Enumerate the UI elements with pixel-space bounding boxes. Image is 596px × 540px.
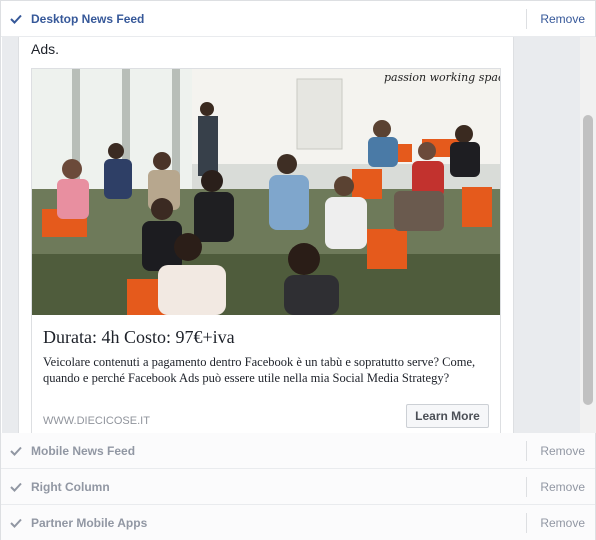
post-text: Ads. <box>31 41 60 57</box>
ad-domain: WWW.DIECICOSE.IT <box>43 415 150 427</box>
wall-sign-text: passion working space <box>384 71 500 84</box>
ad-image[interactable]: passion working space <box>32 69 500 315</box>
placement-label: Right Column <box>31 479 110 494</box>
remove-mobile-news-feed-link[interactable]: Remove <box>540 444 585 458</box>
placement-row-partner-mobile-apps[interactable]: Partner Mobile Apps Remove <box>1 505 595 540</box>
remove-right-column-link[interactable]: Remove <box>540 480 585 494</box>
placement-label: Desktop News Feed <box>31 11 145 26</box>
check-icon <box>1 446 31 456</box>
divider <box>526 477 527 497</box>
scrollbar-thumb[interactable] <box>583 115 593 405</box>
placement-row-mobile-news-feed[interactable]: Mobile News Feed Remove <box>1 433 595 469</box>
remove-desktop-news-feed-link[interactable]: Remove <box>540 12 585 26</box>
divider <box>526 9 527 29</box>
divider <box>526 513 527 533</box>
ad-description: Veicolare contenuti a pagamento dentro F… <box>43 355 476 385</box>
divider <box>526 441 527 461</box>
learn-more-button[interactable]: Learn More <box>406 404 489 428</box>
check-icon <box>1 14 31 24</box>
placement-panel: Desktop News Feed Remove Ads. passion wo… <box>0 0 596 540</box>
news-feed-post: Ads. passion working space Durata: 4h Co… <box>18 37 514 433</box>
ad-headline[interactable]: Durata: 4h Costo: 97€+iva <box>43 327 235 348</box>
ad-preview-area: Ads. passion working space Durata: 4h Co… <box>2 37 596 433</box>
placement-label: Mobile News Feed <box>31 443 136 458</box>
placement-row-desktop-news-feed[interactable]: Desktop News Feed Remove <box>1 1 595 37</box>
check-icon <box>1 518 31 528</box>
placement-row-right-column[interactable]: Right Column Remove <box>1 469 595 505</box>
link-ad[interactable]: passion working space Durata: 4h Costo: … <box>31 68 501 433</box>
remove-partner-mobile-apps-link[interactable]: Remove <box>540 516 585 530</box>
placement-label: Partner Mobile Apps <box>31 516 148 530</box>
check-icon <box>1 482 31 492</box>
